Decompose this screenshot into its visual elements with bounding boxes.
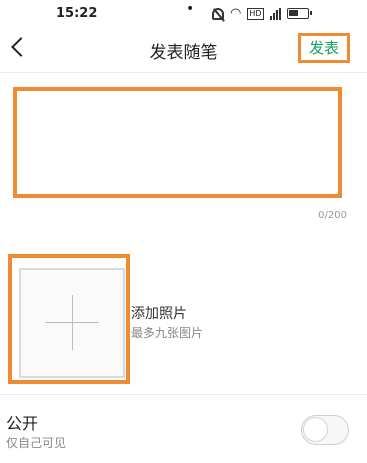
header-bar: 发表随笔 发表 <box>0 28 367 73</box>
status-bar: 15:22 • ◠ HD <box>0 0 367 28</box>
battery-icon <box>286 8 312 19</box>
public-label: 公开 <box>6 414 39 433</box>
public-toggle[interactable] <box>301 415 349 445</box>
mute-icon <box>212 7 224 20</box>
add-photo-label: 添加照片 <box>131 306 187 322</box>
privacy-hint: 仅自己可见 <box>6 436 67 450</box>
status-icons: ◠ HD <box>212 6 312 21</box>
char-counter: 0/200 <box>318 210 347 221</box>
signal-icon <box>269 7 281 20</box>
hd-icon: HD <box>247 7 264 20</box>
wifi-icon: ◠ <box>230 6 242 21</box>
post-text-field[interactable] <box>13 87 342 198</box>
notification-dot: • <box>186 1 195 17</box>
toggle-knob <box>303 417 328 442</box>
publish-button[interactable]: 发表 <box>298 33 350 63</box>
post-text-input[interactable] <box>17 91 338 194</box>
photo-limit-hint: 最多九张图片 <box>131 326 204 340</box>
plus-icon-vertical <box>72 295 73 350</box>
status-time: 15:22 <box>56 6 98 21</box>
add-photo-button[interactable] <box>19 268 125 378</box>
divider <box>0 394 367 395</box>
photo-upload-area <box>8 254 130 384</box>
